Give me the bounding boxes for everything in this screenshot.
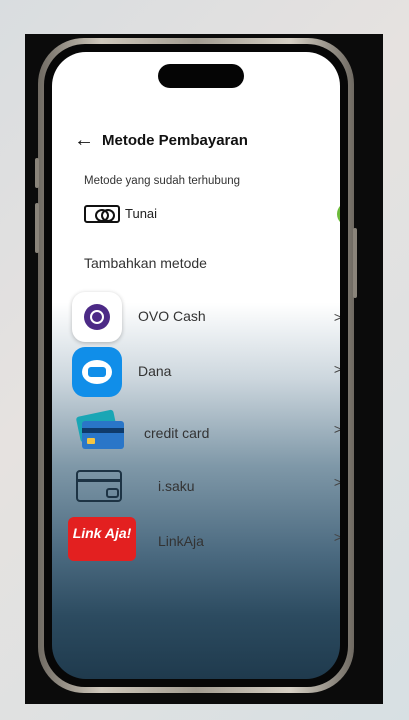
chevron-right-icon: > [333,529,340,545]
method-label: OVO Cash [138,308,206,324]
phone-mockup: ← Metode Pembayaran Metode yang sudah te… [35,38,357,693]
chevron-right-icon: > [333,309,340,325]
phone-screen: ← Metode Pembayaran Metode yang sudah te… [52,52,340,679]
method-item-linkaja[interactable]: Link Aja! LinkAja > [68,517,340,567]
credit-card-icon [72,407,132,457]
cash-icon [84,205,120,223]
dana-icon [72,347,122,397]
method-item-isaku[interactable]: i.saku > [72,460,340,510]
isaku-icon [72,460,122,510]
linkaja-icon: Link Aja! [68,517,136,561]
connected-methods-heading: Metode yang sudah terhubung [84,175,241,187]
chevron-right-icon: > [333,361,340,377]
method-item-credit-card[interactable]: credit card > [72,407,340,457]
method-label: Dana [138,363,172,379]
phone-side-button [35,203,39,253]
method-label: LinkAja [158,533,204,549]
dynamic-island [158,64,244,88]
method-label: i.saku [158,478,195,494]
page-title: Metode Pembayaran [102,131,248,149]
method-label: credit card [144,425,210,441]
chevron-right-icon: > [333,474,340,490]
page-header: ← Metode Pembayaran [74,130,248,150]
ovo-icon [72,292,122,342]
method-item-dana[interactable]: Dana > [72,347,340,397]
check-circle-icon: ✓ [337,202,340,226]
connected-method-tunai[interactable]: Tunai ✓ [84,202,340,228]
method-item-ovo[interactable]: OVO Cash > [72,292,340,342]
chevron-right-icon: > [333,421,340,437]
add-methods-heading: Tambahkan metode [84,255,207,271]
phone-bezel: ← Metode Pembayaran Metode yang sudah te… [44,44,348,687]
method-label: Tunai [125,206,158,221]
back-arrow-icon[interactable]: ← [74,130,94,150]
phone-side-button [35,158,39,188]
phone-side-button [353,228,357,298]
